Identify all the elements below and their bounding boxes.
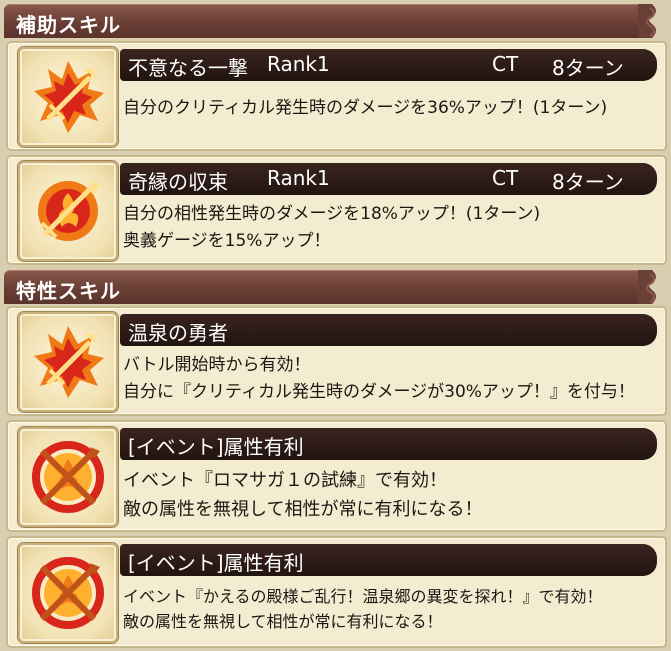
ct-label: CT	[492, 52, 519, 76]
attribute-advantage-icon	[18, 427, 118, 527]
support-skill-header: 補助スキル	[4, 4, 656, 38]
skill-name: 不意なる一撃	[128, 56, 248, 80]
description-line: イベント『かえるの殿様ご乱行！温泉郷の異変を探れ！』で有効！	[123, 587, 603, 606]
description-line: 敵の属性を無視して相性が常に有利になる！	[123, 499, 483, 520]
trait-description: イベント『ロマサガ１の試練』で有効！ 敵の属性を無視して相性が常に有利になる！	[123, 466, 657, 524]
section-title: 補助スキル	[16, 13, 121, 37]
skill-card[interactable]: 不意なる一撃 Rank1 CT 8ターン 自分のクリティカル発生時のダメージを3…	[6, 41, 667, 151]
skill-card[interactable]: 奇縁の収束 Rank1 CT 8ターン 自分の相性発生時のダメージを18%アップ…	[6, 155, 667, 265]
trait-card[interactable]: [イベント]属性有利 イベント『かえるの殿様ご乱行！温泉郷の異変を探れ！』で有効…	[6, 536, 667, 648]
flame-sword-icon	[18, 47, 118, 147]
header-ornament-icon	[638, 4, 656, 38]
trait-title-bar: 温泉の勇者	[120, 314, 657, 346]
trait-description: イベント『かえるの殿様ご乱行！温泉郷の異変を探れ！』で有効！ 敵の属性を無視して…	[123, 584, 657, 634]
flame-sword-icon	[18, 312, 118, 412]
trait-name: [イベント]属性有利	[128, 551, 304, 575]
description-line: 自分に『クリティカル発生時のダメージが30%アップ！』を付与！	[123, 382, 635, 402]
skill-description: 自分のクリティカル発生時のダメージを36%アップ！(1ターン)	[123, 95, 657, 122]
trait-title-bar: [イベント]属性有利	[120, 428, 657, 460]
skill-rank: Rank1	[267, 52, 330, 76]
description-line: 自分のクリティカル発生時のダメージを36%アップ！(1ターン)	[123, 98, 608, 118]
skill-title-bar: 不意なる一撃 Rank1 CT 8ターン	[120, 49, 657, 81]
skill-description: 自分の相性発生時のダメージを18%アップ！(1ターン) 奥義ゲージを15%アップ…	[123, 201, 657, 255]
description-line: イベント『ロマサガ１の試練』で有効！	[123, 470, 447, 491]
trait-card[interactable]: [イベント]属性有利 イベント『ロマサガ１の試練』で有効！ 敵の属性を無視して相…	[6, 420, 667, 532]
trait-title-bar: [イベント]属性有利	[120, 544, 657, 576]
skill-rank: Rank1	[267, 166, 330, 190]
cooldown-turns: 8ターン	[552, 170, 624, 194]
description-line: 敵の属性を無視して相性が常に有利になる！	[123, 612, 443, 631]
flame-emblem-icon	[18, 161, 118, 261]
attribute-advantage-icon	[18, 543, 118, 643]
trait-name: [イベント]属性有利	[128, 435, 304, 459]
section-title: 特性スキル	[16, 279, 121, 303]
description-line: バトル開始時から有効！	[123, 355, 311, 375]
trait-name: 温泉の勇者	[128, 321, 228, 345]
trait-description: バトル開始時から有効！ 自分に『クリティカル発生時のダメージが30%アップ！』を…	[123, 352, 657, 406]
description-line: 自分の相性発生時のダメージを18%アップ！(1ターン)	[123, 204, 541, 224]
skill-name: 奇縁の収束	[128, 170, 228, 194]
cooldown-turns: 8ターン	[552, 56, 624, 80]
trait-card[interactable]: 温泉の勇者 バトル開始時から有効！ 自分に『クリティカル発生時のダメージが30%…	[6, 306, 667, 416]
description-line: 奥義ゲージを15%アップ！	[123, 231, 331, 251]
ct-label: CT	[492, 166, 519, 190]
skill-title-bar: 奇縁の収束 Rank1 CT 8ターン	[120, 163, 657, 195]
header-ornament-icon	[638, 270, 656, 304]
trait-skill-header: 特性スキル	[4, 270, 656, 304]
